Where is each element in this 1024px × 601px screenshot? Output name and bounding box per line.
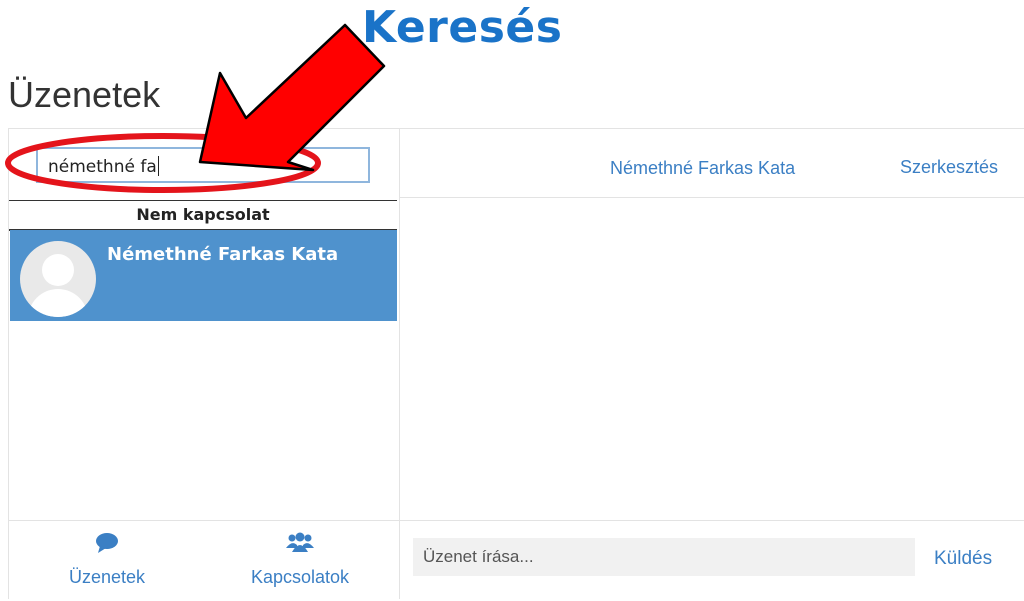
contacts-tab-label: Kapcsolatok — [250, 567, 350, 587]
conversation-partner-name[interactable]: Némethné Farkas Kata — [610, 158, 795, 179]
section-header-non-contacts: Nem kapcsolat — [9, 200, 397, 231]
contacts-tab-button[interactable]: Kapcsolatok — [235, 531, 365, 588]
contact-row[interactable]: Némethné Farkas Kata — [10, 230, 397, 321]
search-input-value: némethné fa — [48, 157, 157, 177]
conversation-column: Némethné Farkas Kata Szerkesztés Küldés — [400, 129, 1024, 599]
messages-tab-button[interactable]: Üzenetek — [62, 531, 152, 588]
conversation-header: Némethné Farkas Kata Szerkesztés — [400, 129, 1024, 198]
users-group-icon — [286, 532, 314, 552]
default-user-avatar-icon — [20, 241, 96, 317]
edit-link[interactable]: Szerkesztés — [900, 157, 998, 178]
message-input[interactable] — [413, 538, 915, 576]
search-input[interactable]: némethné fa — [36, 147, 370, 183]
messages-tab-label: Üzenetek — [68, 567, 146, 587]
contacts-column: némethné fa Nem kapcsolat Némethné Farka… — [9, 129, 400, 599]
annotation-title: Keresés — [362, 2, 563, 53]
contact-name: Némethné Farkas Kata — [107, 244, 339, 265]
speech-bubble-icon — [96, 533, 118, 553]
text-caret — [157, 156, 159, 176]
messaging-panel: némethné fa Nem kapcsolat Némethné Farka… — [8, 128, 1024, 599]
page-title: Üzenetek — [8, 74, 161, 115]
send-button[interactable]: Küldés — [934, 548, 992, 570]
